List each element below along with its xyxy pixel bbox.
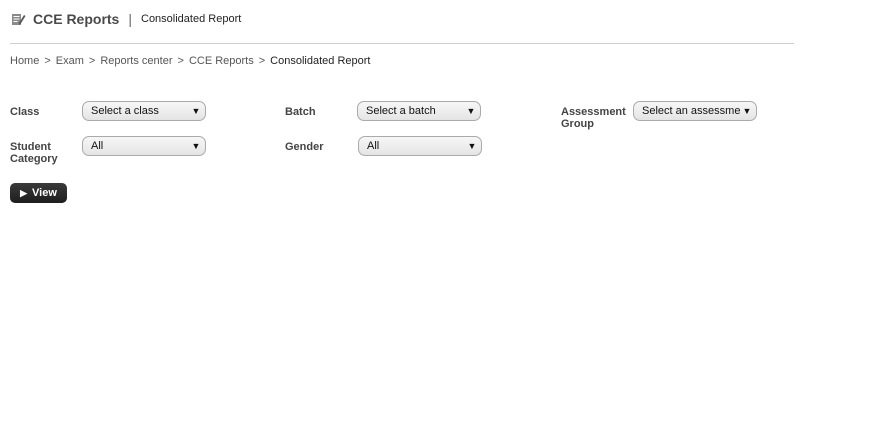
play-icon: ▶ — [20, 187, 28, 198]
edit-report-icon — [10, 11, 26, 27]
class-label: Class — [10, 106, 40, 118]
breadcrumb-reports-center[interactable]: Reports center — [100, 55, 172, 67]
assessment-select-value: Select an assessme — [642, 105, 740, 117]
class-select-value: Select a class — [91, 105, 159, 117]
breadcrumb-separator: > — [258, 55, 266, 67]
chevron-down-icon: ▼ — [742, 106, 752, 116]
chevron-down-icon: ▼ — [191, 106, 201, 116]
breadcrumb-current: Consolidated Report — [270, 55, 371, 67]
header-divider — [10, 43, 794, 44]
page: CCE Reports | Consolidated Report Home >… — [0, 0, 895, 438]
batch-select-value: Select a batch — [366, 105, 436, 117]
breadcrumb: Home > Exam > Reports center > CCE Repor… — [10, 55, 370, 67]
batch-select[interactable]: Select a batch ▼ — [357, 101, 481, 121]
page-header: CCE Reports | Consolidated Report — [10, 9, 241, 29]
page-subtitle: Consolidated Report — [141, 13, 242, 25]
category-label-line1: Student — [10, 141, 51, 153]
category-select-value: All — [91, 140, 104, 152]
breadcrumb-separator: > — [177, 55, 184, 67]
assessment-label-line1: Assessment — [561, 106, 626, 118]
breadcrumb-home[interactable]: Home — [10, 55, 39, 67]
breadcrumb-exam[interactable]: Exam — [56, 55, 84, 67]
view-button[interactable]: ▶ View — [10, 183, 67, 203]
gender-label: Gender — [285, 141, 324, 153]
category-label-line2: Category — [10, 153, 58, 165]
view-button-label: View — [32, 187, 57, 199]
assessment-group-label: Assessment Group — [561, 106, 626, 130]
chevron-down-icon: ▼ — [466, 106, 476, 116]
page-title: CCE Reports — [33, 11, 120, 27]
student-category-select[interactable]: All ▼ — [82, 136, 206, 156]
breadcrumb-separator: > — [44, 55, 51, 67]
assessment-label-line2: Group — [561, 118, 594, 130]
batch-label: Batch — [285, 106, 316, 118]
breadcrumb-separator: > — [88, 55, 96, 67]
breadcrumb-cce-reports[interactable]: CCE Reports — [189, 55, 254, 67]
chevron-down-icon: ▼ — [467, 141, 477, 151]
title-separator: | — [128, 11, 132, 27]
gender-select[interactable]: All ▼ — [358, 136, 482, 156]
chevron-down-icon: ▼ — [191, 141, 201, 151]
gender-select-value: All — [367, 140, 380, 152]
student-category-label: Student Category — [10, 141, 58, 165]
assessment-group-select[interactable]: Select an assessme ▼ — [633, 101, 757, 121]
class-select[interactable]: Select a class ▼ — [82, 101, 206, 121]
